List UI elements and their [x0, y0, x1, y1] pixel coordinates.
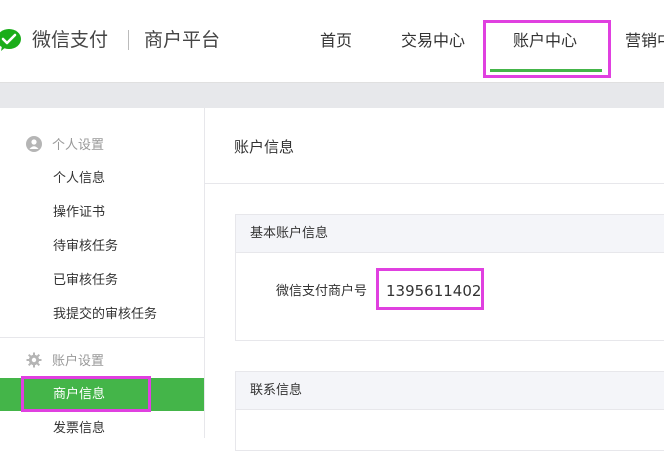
sidebar-item-invoice-info[interactable]: 发票信息	[53, 420, 105, 438]
sidebar-item-pending-review[interactable]: 待审核任务	[53, 238, 118, 256]
nav-marketing-center[interactable]: 营销中	[625, 30, 664, 52]
sidebar-section-title: 账户设置	[52, 354, 105, 369]
wechat-pay-logo-icon[interactable]	[0, 28, 22, 52]
sidebar-item-my-submitted[interactable]: 我提交的审核任务	[53, 306, 157, 324]
panel-header: 基本账户信息	[236, 215, 664, 253]
sidebar-section-title: 个人设置	[52, 138, 105, 153]
brand-divider	[128, 30, 129, 50]
sidebar-section-account: 账户设置	[26, 352, 104, 371]
user-icon	[26, 136, 42, 152]
title-divider	[205, 183, 664, 184]
page-title: 账户信息	[234, 138, 295, 156]
sidebar-divider	[0, 337, 204, 338]
gear-icon	[26, 352, 42, 368]
panel-header: 联系信息	[236, 372, 664, 410]
sidebar-item-certificate[interactable]: 操作证书	[53, 204, 105, 222]
merchant-id-highlight-box	[376, 268, 484, 310]
brand-name: 微信支付	[32, 29, 109, 51]
nav-highlight-box	[483, 20, 611, 78]
nav-home[interactable]: 首页	[320, 30, 352, 52]
platform-name: 商户平台	[144, 29, 221, 51]
sidebar-item-personal-info[interactable]: 个人信息	[53, 170, 105, 188]
nav-trade-center[interactable]: 交易中心	[401, 30, 465, 52]
sidebar-highlight-box	[21, 376, 151, 412]
merchant-id-label: 微信支付商户号	[276, 284, 368, 299]
sidebar-item-reviewed[interactable]: 已审核任务	[53, 272, 118, 290]
sidebar-section-personal: 个人设置	[26, 136, 104, 155]
subheader-bar	[0, 82, 664, 109]
contact-info-panel: 联系信息	[235, 371, 664, 451]
